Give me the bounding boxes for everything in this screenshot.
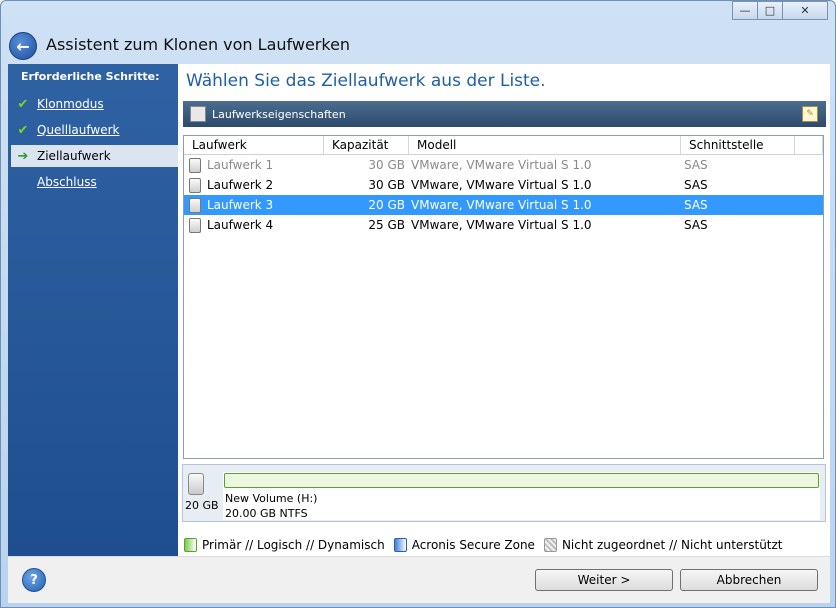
capacity-cell: 25 GB	[368, 218, 405, 232]
name-cell: Laufwerk 2	[184, 177, 324, 193]
main-panel: Wählen Sie das Ziellaufwerk aus der List…	[178, 64, 830, 556]
sidebar-step-klonmodus[interactable]: ✔ Klonmodus	[11, 93, 178, 115]
disk-table: Laufwerk Kapazität Modell Schnittstelle …	[183, 135, 824, 459]
column-header-spacer	[795, 136, 823, 154]
title-bar: — □ ✕ ← Assistent zum Klonen von Laufwer…	[1, 1, 835, 63]
disk-name: Laufwerk 4	[207, 218, 274, 232]
interface-cell: SAS	[684, 158, 708, 172]
name-cell: Laufwerk 4	[184, 217, 324, 233]
sidebar-step-label[interactable]: Abschluss	[37, 175, 97, 189]
column-header-laufwerk[interactable]: Laufwerk	[184, 136, 324, 154]
legend-label: Acronis Secure Zone	[411, 538, 535, 552]
partition-usage-bar	[224, 473, 819, 488]
partition-info: 20.00 GB NTFS	[225, 507, 308, 520]
edit-columns-icon[interactable]: ✎	[802, 106, 818, 122]
interface-cell: SAS	[684, 198, 708, 212]
disk-size-label: 20 GB	[185, 499, 219, 512]
table-row[interactable]: Laufwerk 2 30 GB VMware, VMware Virtual …	[184, 175, 823, 195]
sidebar-heading: Erforderliche Schritte:	[21, 70, 160, 83]
sidebar-step-abschluss[interactable]: Abschluss	[11, 171, 178, 193]
column-header-modell[interactable]: Modell	[409, 136, 681, 154]
current-step-arrow-icon: ➔	[17, 148, 29, 164]
model-cell: VMware, VMware Virtual S 1.0	[411, 158, 592, 172]
help-icon[interactable]: ?	[22, 568, 46, 592]
checkmark-icon: ✔	[17, 96, 29, 112]
partition-legend: Primär // Logisch // Dynamisch Acronis S…	[184, 538, 792, 552]
model-cell: VMware, VMware Virtual S 1.0	[411, 178, 592, 192]
sidebar-step-label: Ziellaufwerk	[37, 149, 111, 163]
sidebar-step-label[interactable]: Quelllaufwerk	[37, 123, 120, 137]
primary-legend-icon	[184, 538, 197, 552]
disk-properties-label[interactable]: Laufwerkseigenschaften	[212, 108, 346, 121]
unallocated-legend-icon	[543, 538, 557, 552]
model-cell: VMware, VMware Virtual S 1.0	[411, 198, 592, 212]
page-heading: Wählen Sie das Ziellaufwerk aus der List…	[186, 71, 546, 91]
window-controls: — □ ✕	[732, 1, 828, 20]
steps-sidebar: Erforderliche Schritte: ✔ Klonmodus ✔ Qu…	[8, 64, 178, 556]
sidebar-step-label[interactable]: Klonmodus	[37, 97, 104, 111]
next-button[interactable]: Weiter >	[535, 569, 673, 591]
disk-icon	[189, 197, 201, 213]
interface-cell: SAS	[684, 218, 708, 232]
footer-bar: ? Weiter > Abbrechen	[8, 556, 830, 603]
disk-icon	[189, 177, 201, 193]
disk-icon	[188, 473, 204, 495]
table-header: Laufwerk Kapazität Modell Schnittstelle	[184, 136, 823, 155]
name-cell: Laufwerk 1	[184, 157, 324, 173]
legend-label: Nicht zugeordnet // Nicht unterstützt	[561, 538, 783, 552]
maximize-button[interactable]: □	[757, 1, 783, 20]
partition-block[interactable]: New Volume (H:) 20.00 GB NTFS	[223, 472, 820, 520]
back-arrow-icon[interactable]: ←	[9, 32, 37, 60]
disk-icon	[189, 157, 201, 173]
partition-name: New Volume (H:)	[225, 492, 318, 505]
secure-zone-legend-icon	[393, 538, 407, 552]
cancel-button-label[interactable]: Abbrechen	[717, 573, 782, 587]
disk-name: Laufwerk 1	[207, 158, 274, 172]
cancel-button[interactable]: Abbrechen	[680, 569, 818, 591]
disk-icon	[189, 217, 201, 233]
sidebar-step-quelllaufwerk[interactable]: ✔ Quelllaufwerk	[11, 119, 178, 141]
interface-cell: SAS	[684, 178, 708, 192]
close-button[interactable]: ✕	[782, 1, 828, 20]
capacity-cell: 30 GB	[368, 158, 405, 172]
next-button-label[interactable]: Weiter >	[578, 573, 631, 587]
sidebar-step-ziellaufwerk: ➔ Ziellaufwerk	[11, 145, 178, 167]
disk-name: Laufwerk 2	[207, 178, 274, 192]
disk-properties-bar[interactable]: Laufwerkseigenschaften ✎	[183, 101, 826, 127]
name-cell: Laufwerk 3	[184, 197, 324, 213]
capacity-cell: 30 GB	[368, 178, 405, 192]
checkmark-icon: ✔	[17, 122, 29, 138]
column-header-kapazitaet[interactable]: Kapazität	[324, 136, 409, 154]
disk-properties-icon	[190, 106, 206, 122]
minimize-button[interactable]: —	[732, 1, 758, 20]
capacity-cell: 20 GB	[368, 198, 405, 212]
window-title: Assistent zum Klonen von Laufwerken	[46, 35, 351, 54]
table-row-selected[interactable]: Laufwerk 3 20 GB VMware, VMware Virtual …	[184, 195, 823, 215]
table-row[interactable]: Laufwerk 4 25 GB VMware, VMware Virtual …	[184, 215, 823, 235]
column-header-schnittstelle[interactable]: Schnittstelle	[681, 136, 795, 154]
wizard-window: — □ ✕ ← Assistent zum Klonen von Laufwer…	[0, 0, 836, 608]
table-row[interactable]: Laufwerk 1 30 GB VMware, VMware Virtual …	[184, 155, 823, 175]
disk-name: Laufwerk 3	[207, 198, 274, 212]
model-cell: VMware, VMware Virtual S 1.0	[411, 218, 592, 232]
legend-label: Primär // Logisch // Dynamisch	[202, 538, 385, 552]
disk-layout-panel: 20 GB New Volume (H:) 20.00 GB NTFS	[182, 464, 826, 522]
